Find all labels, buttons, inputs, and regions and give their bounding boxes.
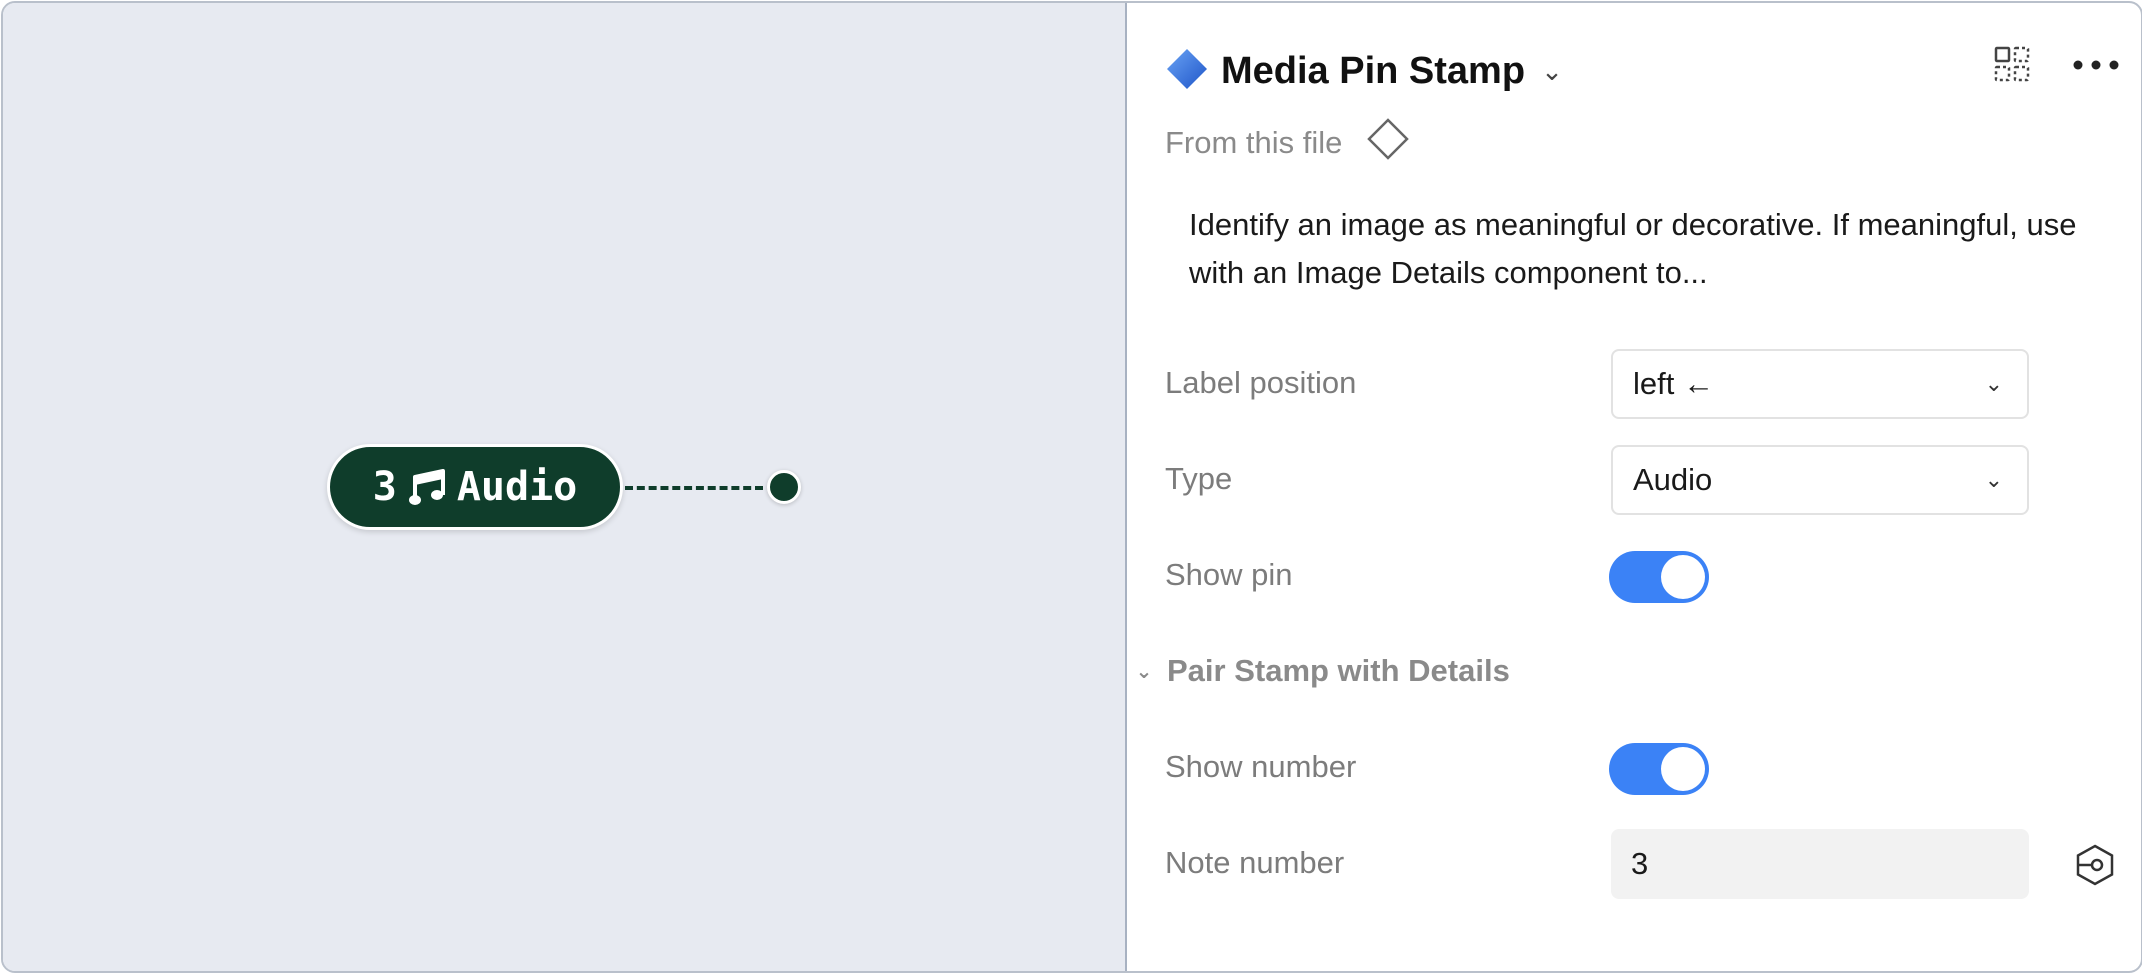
type-label: Type	[1165, 461, 1233, 496]
note-number-value: 3	[1631, 846, 1649, 881]
source-row: From this file	[1165, 118, 1410, 165]
show-number-toggle[interactable]	[1609, 743, 1709, 795]
chevron-down-icon: ⌄	[1984, 467, 2003, 492]
media-pin-stamp[interactable]: 3 Audio	[327, 444, 623, 530]
section-pair-stamp[interactable]: ⌄ Pair Stamp with Details	[1133, 653, 1510, 689]
type-select[interactable]: Audio ⌄	[1611, 445, 2029, 515]
note-number-label: Note number	[1165, 845, 1345, 880]
stamp-number: 3	[372, 464, 397, 510]
component-header[interactable]: Media Pin Stamp ⌄	[1165, 43, 1563, 99]
properties-panel: Media Pin Stamp ⌄ From this file Identif…	[1127, 3, 2141, 971]
app-frame: 3 Audio Media Pin Stamp ⌄ From this file…	[1, 1, 2142, 973]
show-pin-toggle[interactable]	[1609, 551, 1709, 603]
note-number-input[interactable]: 3	[1611, 829, 2029, 899]
music-note-icon	[408, 467, 445, 507]
design-canvas[interactable]: 3 Audio	[3, 3, 1127, 971]
chevron-down-icon[interactable]: ⌄	[1541, 56, 1563, 87]
label-position-value: left ←	[1633, 366, 1714, 401]
chevron-down-icon: ⌄	[1984, 371, 2003, 396]
chevron-down-icon: ⌄	[1135, 660, 1153, 683]
component-title: Media Pin Stamp	[1221, 49, 1526, 92]
toggle-knob	[1661, 555, 1705, 599]
label-position-label: Label position	[1165, 365, 1357, 400]
section-title: Pair Stamp with Details	[1167, 653, 1510, 688]
apply-variable-icon[interactable]	[2073, 843, 2117, 892]
toggle-knob	[1661, 747, 1705, 791]
source-label: From this file	[1165, 125, 1343, 160]
more-options-icon[interactable]	[2073, 58, 2119, 76]
diamond-component-icon	[1165, 47, 1209, 96]
show-number-label: Show number	[1165, 749, 1357, 784]
type-value: Audio	[1633, 462, 1713, 497]
show-pin-label: Show pin	[1165, 557, 1293, 592]
go-to-main-component-icon[interactable]	[1366, 117, 1410, 169]
component-description: Identify an image as meaningful or decor…	[1189, 207, 2077, 290]
stamp-label: Audio	[456, 464, 578, 510]
select-instances-icon[interactable]	[1993, 45, 2031, 88]
pin-dot[interactable]	[767, 470, 801, 504]
label-position-select[interactable]: left ← ⌄	[1611, 349, 2029, 419]
pin-leader-line	[625, 486, 763, 490]
